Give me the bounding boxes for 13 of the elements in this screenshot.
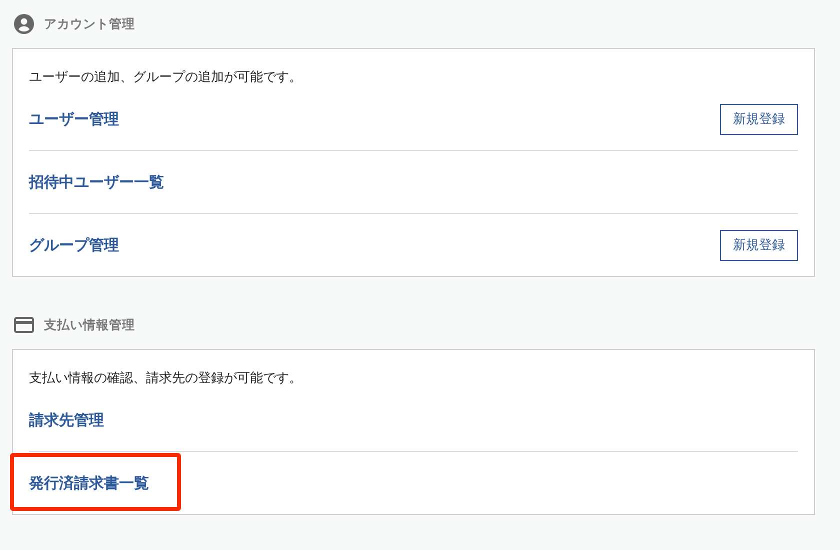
register-button[interactable]: 新規登録 <box>720 230 798 260</box>
menu-link[interactable]: 招待中ユーザー一覧 <box>29 172 164 192</box>
section-description: ユーザーの追加、グループの追加が可能です。 <box>29 69 303 87</box>
menu-link[interactable]: ユーザー管理 <box>29 110 119 128</box>
credit-card-icon <box>14 317 34 333</box>
section-title: 支払い情報管理 <box>44 316 135 334</box>
account-icon <box>14 14 34 34</box>
section-title: アカウント管理 <box>44 16 135 32</box>
menu-link[interactable]: 請求先管理 <box>29 410 104 430</box>
menu-link[interactable]: グループ管理 <box>29 236 119 254</box>
register-button[interactable]: 新規登録 <box>720 104 798 134</box>
section-description: 支払い情報の確認、請求先の登録が可能です。 <box>29 370 303 388</box>
menu-link[interactable]: 発行済請求書一覧 <box>29 474 149 492</box>
